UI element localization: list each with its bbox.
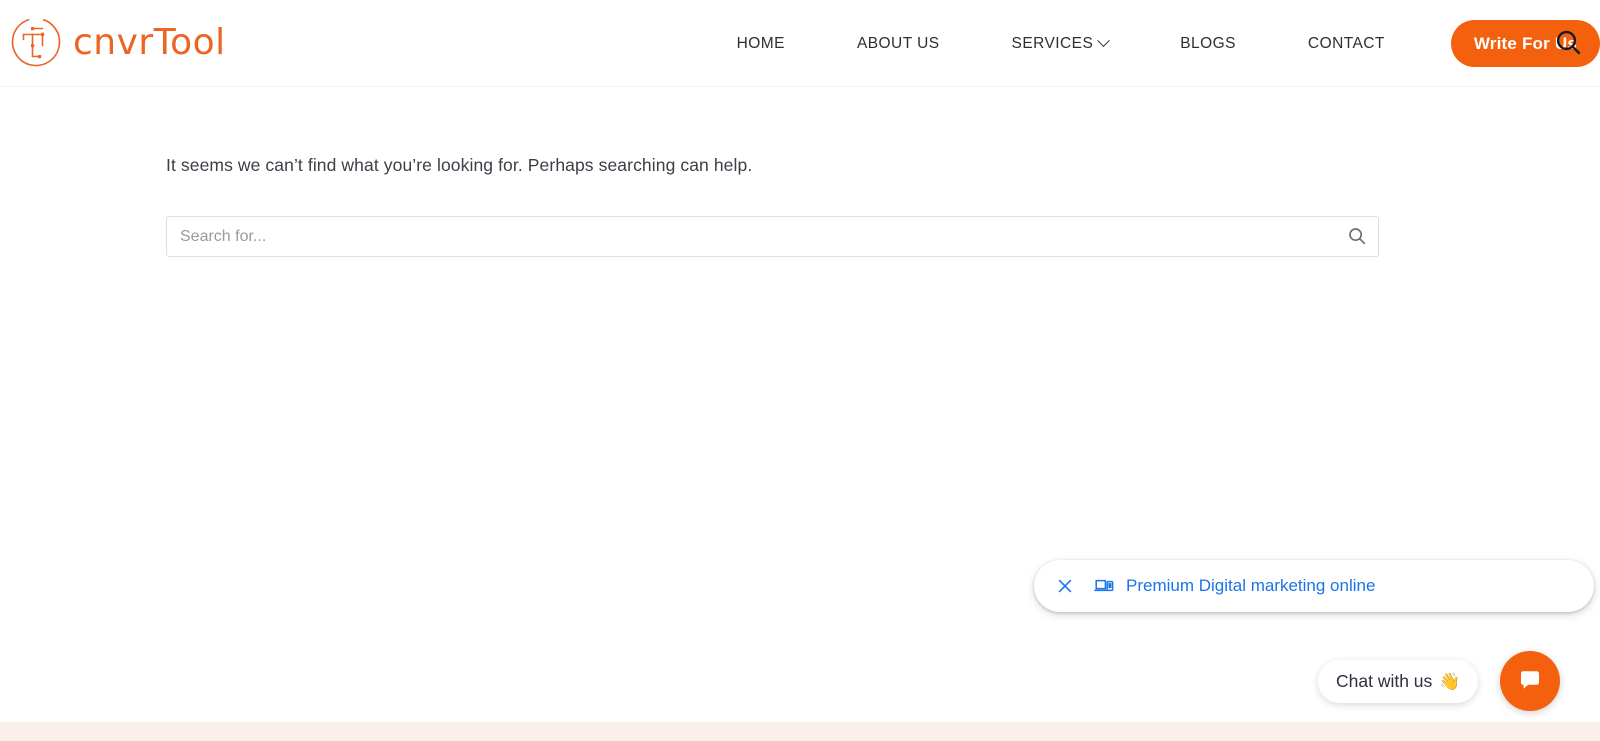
- chat-prompt-bubble[interactable]: Chat with us 👋: [1318, 660, 1479, 703]
- nav-link-contact[interactable]: CONTACT: [1272, 35, 1421, 53]
- circuit-t-logo-icon: [8, 14, 64, 70]
- close-icon[interactable]: [1052, 573, 1078, 599]
- nav-label-contact: CONTACT: [1307, 34, 1385, 52]
- nav-label-blogs: BLOGS: [1180, 34, 1236, 52]
- chat-prompt-text: Chat with us: [1336, 671, 1433, 691]
- waving-hand-icon: 👋: [1439, 672, 1461, 691]
- nav-link-blogs[interactable]: BLOGS: [1144, 35, 1272, 53]
- brand-logo-link[interactable]: cnvrTool: [8, 14, 226, 70]
- not-found-message: It seems we can’t find what you’re looki…: [166, 155, 753, 175]
- chat-launcher-button[interactable]: [1500, 651, 1560, 711]
- search-submit-button[interactable]: [1343, 223, 1371, 251]
- nav-item-contact: CONTACT: [1272, 35, 1421, 53]
- cast-devices-icon: [1094, 576, 1114, 596]
- nav-item-blogs: BLOGS: [1144, 35, 1272, 53]
- chat-message-icon: [1516, 666, 1544, 697]
- cast-toast-label: Premium Digital marketing online: [1126, 576, 1376, 595]
- search-icon: [1554, 30, 1582, 59]
- nav-label-about-us: ABOUT US: [856, 34, 940, 52]
- nav-link-about-us[interactable]: ABOUT US: [821, 35, 976, 53]
- cast-notification-toast[interactable]: Premium Digital marketing online: [1034, 560, 1594, 612]
- site-header: cnvrTool HOME ABOUT US SERVICES BLOGS CO…: [0, 0, 1600, 87]
- footer-color-band: [0, 722, 1600, 741]
- nav-item-home: HOME: [701, 35, 821, 53]
- nav-item-about-us: ABOUT US: [821, 35, 976, 53]
- nav-link-home[interactable]: HOME: [701, 35, 821, 53]
- search-input[interactable]: [166, 216, 1379, 257]
- nav-label-home: HOME: [736, 34, 785, 52]
- nav-label-services: SERVICES: [1011, 34, 1094, 52]
- nav-list: HOME ABOUT US SERVICES BLOGS CONTACT Wri…: [701, 20, 1600, 67]
- brand-name: cnvrTool: [73, 22, 226, 63]
- nav-item-services: SERVICES: [976, 34, 1145, 53]
- site-search-form: [166, 216, 1379, 257]
- nav-link-services[interactable]: SERVICES: [976, 34, 1145, 53]
- search-icon: [1348, 227, 1366, 248]
- chevron-down-icon: [1097, 34, 1111, 48]
- header-search-button[interactable]: [1552, 27, 1584, 59]
- primary-navigation: HOME ABOUT US SERVICES BLOGS CONTACT Wri…: [701, 0, 1600, 87]
- page-root: cnvrTool HOME ABOUT US SERVICES BLOGS CO…: [0, 0, 1600, 741]
